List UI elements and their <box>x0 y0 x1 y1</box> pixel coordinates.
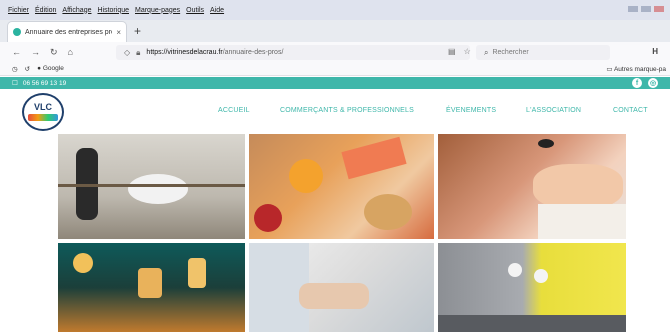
sync-icon[interactable]: ↺ <box>25 65 30 73</box>
back-icon[interactable]: ← <box>12 47 21 57</box>
forward-icon[interactable]: → <box>31 47 40 57</box>
url-bar[interactable]: ◇ 🔒︎ https://vitrinesdelacrau.fr /annuai… <box>116 45 470 60</box>
logo-text: VLC <box>34 102 52 112</box>
maximize-button[interactable] <box>641 6 651 12</box>
site-topbar: ☐ 06 56 69 13 19 f ◎ <box>0 77 670 89</box>
pendant-light <box>508 263 522 277</box>
category-tile-restaurant[interactable] <box>58 243 245 332</box>
counter-shape <box>438 315 626 332</box>
category-tile-business[interactable] <box>249 243 434 332</box>
logo-strip <box>28 114 58 121</box>
tab-bar: Annuaire des entreprises profe × + <box>0 20 670 42</box>
url-actions: ▤ ☆ <box>448 47 471 56</box>
nav-contact[interactable]: CONTACT <box>613 107 648 114</box>
phone-icon: ☐ <box>12 80 18 87</box>
new-tab-button[interactable]: + <box>134 24 141 38</box>
tab-annuaire[interactable]: Annuaire des entreprises profe × <box>8 22 126 42</box>
url-domain: https://vitrinesdelacrau.fr <box>146 49 223 56</box>
lamp-shape-3 <box>188 258 206 288</box>
instagram-icon[interactable]: ◎ <box>648 78 658 88</box>
pendant-light-2 <box>534 269 548 283</box>
url-path: /annuaire-des-pros/ <box>222 49 284 56</box>
browser-menubar: Fichier Édition Affichage Historique Mar… <box>0 0 670 20</box>
bookmark-google-label: Google <box>42 65 64 72</box>
tab-title: Annuaire des entreprises profe <box>25 28 113 36</box>
hand-shape <box>299 283 369 309</box>
menu-affichage[interactable]: Affichage <box>62 7 91 14</box>
search-placeholder: Rechercher <box>492 49 529 56</box>
folder-icon: ▭ <box>606 66 613 73</box>
facebook-icon[interactable]: f <box>632 78 642 88</box>
lock-icon[interactable]: 🔒︎ <box>136 48 140 58</box>
category-tile-interior[interactable] <box>438 243 626 332</box>
other-bookmarks[interactable]: ▭ Autres marque-pa <box>606 65 666 73</box>
face-shape <box>533 164 623 209</box>
salmon-shape <box>341 136 407 180</box>
stones-shape <box>538 139 554 148</box>
search-icon: ⌕ <box>484 47 489 57</box>
shield-icon[interactable]: ◇ <box>124 48 130 57</box>
phone-number[interactable]: 06 56 69 13 19 <box>23 80 66 87</box>
tab-close-icon[interactable]: × <box>116 28 121 37</box>
social-links: f ◎ <box>632 78 658 88</box>
minimize-button[interactable] <box>628 6 638 12</box>
star-icon[interactable]: ☆ <box>464 47 471 56</box>
category-tile-food[interactable] <box>249 134 434 239</box>
search-bar[interactable]: ⌕ Rechercher <box>476 45 610 60</box>
site-header: VLC ACCUEIL COMMERÇANTS & PROFESSIONNELS… <box>0 89 670 133</box>
nav-accueil[interactable]: ACCUEIL <box>218 107 250 114</box>
menu-edition[interactable]: Édition <box>35 7 56 14</box>
menu-fichier[interactable]: Fichier <box>8 7 29 14</box>
pastry-shape <box>364 194 412 230</box>
reload-icon[interactable]: ↻ <box>50 47 58 58</box>
barre-line <box>58 184 245 187</box>
home-icon[interactable]: ⌂ <box>68 47 73 57</box>
nav-commercants[interactable]: COMMERÇANTS & PROFESSIONNELS <box>280 107 414 114</box>
tutu-shape <box>128 174 188 204</box>
other-bookmarks-label: Autres marque-pa <box>613 66 666 73</box>
category-tile-spa[interactable] <box>438 134 626 239</box>
site-logo[interactable]: VLC <box>22 93 64 131</box>
apple-shape <box>254 204 282 232</box>
favicon-icon <box>13 28 21 36</box>
bookmarks-bar: ◷ ↺ ● Google ▭ Autres marque-pa <box>0 62 670 76</box>
reader-icon[interactable]: ▤ <box>448 47 456 56</box>
lamp-shape-2 <box>138 268 162 298</box>
history-icon[interactable]: H <box>652 47 658 56</box>
lamp-shape <box>73 253 93 273</box>
category-grid <box>58 134 626 332</box>
menu-marque-pages[interactable]: Marque-pages <box>135 7 180 14</box>
bookmark-google[interactable]: ● Google <box>37 65 64 72</box>
close-window-button[interactable] <box>654 6 664 12</box>
menu-historique[interactable]: Historique <box>97 7 129 14</box>
towel-shape <box>538 204 626 239</box>
menu-outils[interactable]: Outils <box>186 7 204 14</box>
nav-evenements[interactable]: ÉVENEMENTS <box>446 107 496 114</box>
menu-aide[interactable]: Aide <box>210 7 224 14</box>
window-controls <box>628 6 664 12</box>
history-icon[interactable]: ◷ <box>12 65 18 73</box>
category-tile-dance[interactable] <box>58 134 245 239</box>
nav-association[interactable]: L'ASSOCIATION <box>526 107 581 114</box>
orange-shape <box>289 159 323 193</box>
